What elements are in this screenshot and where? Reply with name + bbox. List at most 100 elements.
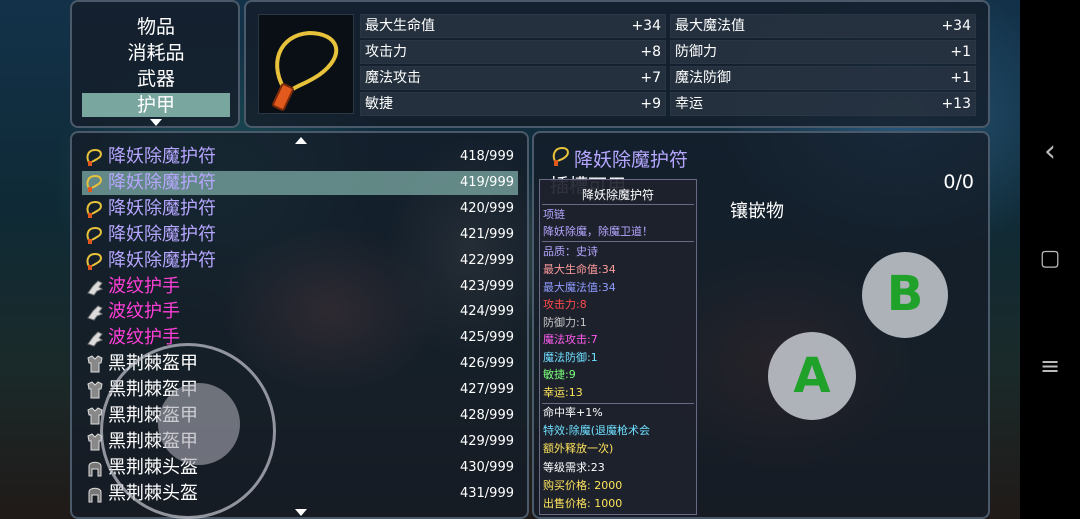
gauntlet-icon — [84, 302, 106, 322]
stat-value: +7 — [640, 70, 661, 86]
tooltip-effect-line1: 特效:除魔(退魔枪术会 — [543, 424, 650, 437]
amulet-icon — [84, 173, 106, 193]
category-scroll-down-icon[interactable] — [150, 119, 162, 126]
inventory-item-name: 降妖除魔护符 — [108, 171, 216, 193]
stat-cell: 魔法攻击 +7 — [360, 66, 666, 90]
category-items[interactable]: 物品 — [82, 15, 230, 39]
stat-name: 最大魔法值 — [675, 18, 745, 34]
inventory-item-count: 426/999 — [459, 356, 514, 372]
inventory-item-count: 425/999 — [459, 330, 514, 346]
stat-cell: 防御力 +1 — [670, 40, 976, 64]
a-button[interactable]: A — [768, 332, 856, 420]
inventory-item-count: 420/999 — [459, 200, 514, 216]
inventory-item-name: 波纹护手 — [108, 275, 180, 297]
stat-cell: 最大生命值 +34 — [360, 14, 666, 38]
inventory-item-count: 430/999 — [459, 459, 514, 475]
stat-name: 魔法防御 — [675, 70, 731, 86]
stat-value: +1 — [950, 70, 971, 86]
gauntlet-icon — [84, 277, 106, 297]
inventory-item-count: 422/999 — [459, 252, 514, 268]
tooltip-divider — [542, 204, 694, 205]
stat-value: +8 — [640, 44, 661, 60]
inventory-item-count: 429/999 — [459, 433, 514, 449]
gauntlet-icon — [84, 328, 106, 348]
system-navbar: ‹ ▢ ≡ — [1020, 0, 1080, 519]
amulet-icon — [84, 251, 106, 271]
inventory-row[interactable]: 降妖除魔护符 422/999 — [82, 249, 518, 273]
stat-value: +13 — [941, 96, 971, 112]
inventory-row[interactable]: 降妖除魔护符 420/999 — [82, 197, 518, 221]
category-consumables[interactable]: 消耗品 — [82, 41, 230, 65]
inventory-item-name: 降妖除魔护符 — [108, 197, 216, 219]
b-button-label: B — [886, 266, 924, 322]
tooltip-stat-line: 防御力:1 — [543, 315, 587, 329]
armor-icon — [84, 380, 106, 400]
amulet-icon — [84, 199, 106, 219]
stat-name: 攻击力 — [365, 44, 407, 60]
inventory-item-name: 降妖除魔护符 — [108, 223, 216, 245]
list-scroll-up-icon[interactable] — [295, 137, 307, 144]
inventory-item-count: 418/999 — [459, 149, 514, 164]
stat-cell: 魔法防御 +1 — [670, 66, 976, 90]
home-icon[interactable]: ▢ — [1020, 246, 1080, 271]
inventory-item-count: 419/999 — [459, 174, 514, 190]
tooltip-type: 项链 — [543, 208, 565, 221]
inventory-row[interactable]: 降妖除魔护符 421/999 — [82, 223, 518, 247]
detail-item-name: 降妖除魔护符 — [574, 149, 689, 171]
stat-cell: 幸运 +13 — [670, 92, 976, 116]
tooltip-buy-price: 购买价格: 2000 — [543, 479, 623, 492]
stat-name: 幸运 — [675, 96, 703, 112]
tooltip-stat-line: 最大魔法值:34 — [543, 280, 616, 294]
inventory-item-count: 421/999 — [459, 226, 514, 242]
stat-cell: 攻击力 +8 — [360, 40, 666, 64]
helmet-icon — [84, 484, 106, 504]
item-preview-icon — [258, 14, 354, 114]
tooltip-hit-rate: 命中率+1% — [543, 406, 603, 419]
stat-value: +1 — [950, 44, 971, 60]
stat-name: 敏捷 — [365, 96, 393, 112]
tooltip-stat-line: 魔法攻击:7 — [543, 333, 598, 346]
inventory-row[interactable]: 波纹护手 423/999 — [82, 275, 518, 299]
tooltip-stat-line: 幸运:13 — [543, 385, 583, 399]
detail-amulet-icon — [552, 146, 569, 166]
category-panel: 物品 消耗品 武器 护甲 — [70, 0, 240, 128]
stat-name: 防御力 — [675, 44, 717, 60]
tooltip-divider — [542, 241, 694, 242]
tooltip-description: 降妖除魔，除魔卫道！ — [543, 225, 653, 238]
inventory-row[interactable]: 降妖除魔护符 418/999 — [82, 145, 518, 169]
amulet-icon — [84, 225, 106, 245]
stat-cell: 最大魔法值 +34 — [670, 14, 976, 38]
stat-value: +34 — [631, 18, 661, 34]
stat-name: 最大生命值 — [365, 18, 435, 34]
tooltip-stat-line: 攻击力:8 — [543, 298, 587, 311]
a-button-label: A — [793, 348, 831, 404]
joystick-knob[interactable] — [158, 383, 240, 465]
tooltip-effect-line2: 额外释放一次) — [543, 442, 614, 455]
socket-label: 镶嵌物 — [730, 201, 784, 222]
armor-icon — [84, 354, 106, 374]
tooltip-sell-price: 出售价格: 1000 — [543, 497, 623, 510]
inventory-row[interactable]: 降妖除魔护符 419/999 — [82, 170, 518, 195]
slots-count: 0/0 — [943, 171, 974, 193]
stat-cell: 敏捷 +9 — [360, 92, 666, 116]
category-armor[interactable]: 护甲 — [82, 93, 230, 117]
helmet-icon — [84, 458, 106, 478]
list-scroll-down-icon[interactable] — [295, 509, 307, 516]
inventory-item-count: 431/999 — [459, 485, 514, 501]
stat-value: +34 — [941, 18, 971, 34]
b-button[interactable]: B — [862, 252, 948, 338]
inventory-row[interactable]: 波纹护手 425/999 — [82, 326, 518, 350]
inventory-row[interactable]: 波纹护手 424/999 — [82, 300, 518, 324]
category-weapons[interactable]: 武器 — [82, 67, 230, 91]
inventory-item-count: 427/999 — [459, 382, 514, 398]
inventory-item-count: 428/999 — [459, 408, 514, 423]
tooltip-title: 降妖除魔护符 — [581, 188, 654, 202]
tooltip-divider — [542, 403, 694, 404]
back-icon[interactable]: ‹ — [1020, 134, 1080, 169]
inventory-item-name: 降妖除魔护符 — [108, 146, 216, 167]
inventory-item-name: 降妖除魔护符 — [108, 249, 216, 271]
inventory-item-name: 波纹护手 — [108, 301, 180, 323]
stats-panel: 最大生命值 +34 最大魔法值 +34 攻击力 +8 防御力 +1 魔法攻击 +7 魔法防御 +1 敏捷… — [244, 0, 990, 128]
tooltip-stat-line: 最大生命值:34 — [543, 263, 616, 276]
menu-icon[interactable]: ≡ — [1020, 352, 1080, 380]
